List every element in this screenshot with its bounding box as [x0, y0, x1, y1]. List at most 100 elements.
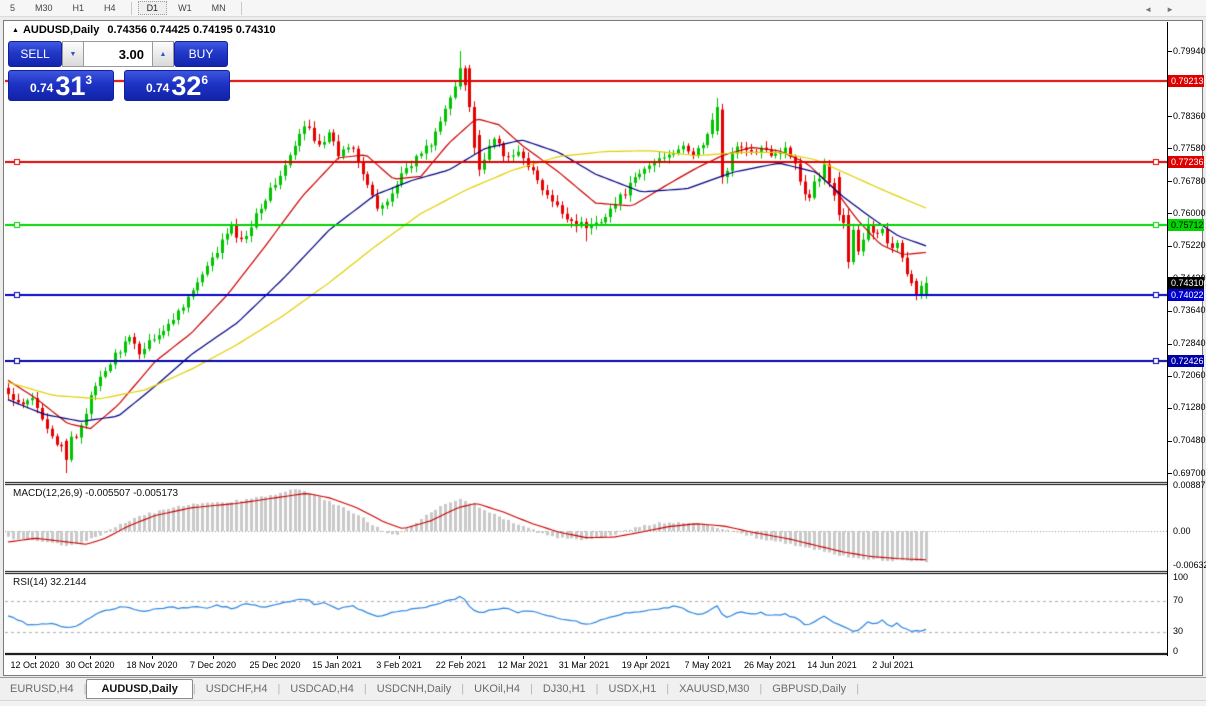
- date-axis: 12 Oct 2020 30 Oct 2020 18 Nov 2020 7 Dec 2…: [5, 656, 1167, 675]
- sell-button[interactable]: SELL: [8, 41, 62, 67]
- mt4-terminal: 5M30H1H4 D1W1MN ▲ AUDUSD,Daily 0.74356 0.74…: [0, 0, 1206, 706]
- timeframe-button-w1[interactable]: W1: [169, 1, 201, 15]
- tab-usdcnh-daily[interactable]: USDCNH,Daily: [367, 680, 462, 698]
- timeframe-button-d1[interactable]: D1: [138, 1, 168, 15]
- tab-usdx-h1[interactable]: USDX,H1: [599, 680, 667, 698]
- date-tick-mark: [90, 656, 91, 659]
- date-tick-mark: [399, 656, 400, 659]
- tab-audusd-daily[interactable]: AUDUSD,Daily: [86, 679, 192, 699]
- timeframe-button-h4[interactable]: H4: [95, 1, 125, 15]
- sell-price-prefix: 0.74: [30, 81, 53, 95]
- price-tick-label: 0.75220: [1173, 240, 1206, 251]
- price-tick-label: 0.73640: [1173, 305, 1206, 316]
- rsi-axis-label: 100: [1173, 572, 1206, 583]
- price-tick-mark: [1168, 473, 1172, 474]
- one-click-trading-panel: SELL ▼ ▲ BUY 0.74 31 3 0.74 32 6: [8, 41, 230, 101]
- tab-usdcad-h4[interactable]: USDCAD,H4: [280, 680, 364, 698]
- price-tick-mark: [1168, 213, 1172, 214]
- price-tick-mark: [1168, 441, 1172, 442]
- price-tick-label: 0.70480: [1173, 435, 1206, 446]
- toolbar-separator: [131, 2, 132, 15]
- date-tick-label: 18 Nov 2020: [126, 660, 177, 670]
- date-tick-mark: [893, 656, 894, 659]
- tab-gbpusd-daily[interactable]: GBPUSD,Daily: [762, 680, 856, 698]
- price-tick-mark: [1168, 311, 1172, 312]
- price-tick-label: 0.77580: [1173, 143, 1206, 154]
- date-tick-mark: [770, 656, 771, 659]
- tab-eurusd-h4[interactable]: EURUSD,H4: [0, 680, 84, 698]
- tab-dj30-h1[interactable]: DJ30,H1: [533, 680, 596, 698]
- date-tick-mark: [35, 656, 36, 659]
- date-tick-mark: [213, 656, 214, 659]
- date-tick-label: 3 Feb 2021: [376, 660, 422, 670]
- date-tick-label: 22 Feb 2021: [436, 660, 487, 670]
- date-tick-label: 25 Dec 2020: [249, 660, 300, 670]
- date-tick-label: 7 May 2021: [684, 660, 731, 670]
- buy-button[interactable]: BUY: [174, 41, 228, 67]
- date-tick-label: 19 Apr 2021: [622, 660, 671, 670]
- tab-separator: |: [856, 683, 859, 695]
- date-tick-label: 12 Oct 2020: [10, 660, 59, 670]
- timeframe-button-mn[interactable]: MN: [203, 1, 235, 15]
- date-tick-mark: [337, 656, 338, 659]
- collapse-panel-icon[interactable]: ▲: [12, 27, 19, 34]
- sell-price-button[interactable]: 0.74 31 3: [8, 70, 114, 101]
- macd-label: MACD(12,26,9) -0.005507 -0.005173: [13, 488, 178, 499]
- buy-price-button[interactable]: 0.74 32 6: [124, 70, 230, 101]
- price-tick-mark: [1168, 181, 1172, 182]
- price-badge: 0.77236: [1168, 156, 1204, 168]
- rsi-axis-label: 70: [1173, 595, 1206, 606]
- price-tick-mark: [1168, 246, 1172, 247]
- price-tick-label: 0.76780: [1173, 176, 1206, 187]
- date-tick-label: 12 Mar 2021: [498, 660, 549, 670]
- date-tick-label: 2 Jul 2021: [872, 660, 914, 670]
- timeframe-button-h1[interactable]: H1: [64, 1, 94, 15]
- chart-tab-bar: EURUSD,H4|AUDUSD,Daily|USDCHF,H4|USDCAD,…: [0, 677, 1206, 700]
- date-tick-label: 31 Mar 2021: [559, 660, 610, 670]
- price-tick-mark: [1168, 344, 1172, 345]
- buy-price-prefix: 0.74: [146, 81, 169, 95]
- price-tick-label: 0.72060: [1173, 370, 1206, 381]
- chart-ohlc-values: 0.74356 0.74425 0.74195 0.74310: [107, 24, 275, 36]
- price-tick-label: 0.69700: [1173, 468, 1206, 479]
- timeframe-toolbar: 5M30H1H4 D1W1MN: [0, 0, 1206, 17]
- volume-input[interactable]: [84, 41, 152, 67]
- date-tick-label: 30 Oct 2020: [65, 660, 114, 670]
- toolbar-separator: [241, 2, 242, 15]
- macd-axis-label: -0.00632: [1173, 560, 1206, 571]
- chart-symbol-label: AUDUSD,Daily: [23, 24, 99, 36]
- sell-price-pip: 3: [85, 73, 92, 87]
- tab-ukoil-h4[interactable]: UKOil,H4: [464, 680, 530, 698]
- date-tick-label: 26 May 2021: [744, 660, 796, 670]
- price-tick-label: 0.71280: [1173, 402, 1206, 413]
- date-tick-label: 7 Dec 2020: [190, 660, 236, 670]
- rsi-label: RSI(14) 32.2144: [13, 577, 86, 588]
- timeframe-button-5[interactable]: 5: [1, 1, 24, 15]
- volume-decrease-button[interactable]: ▼: [62, 41, 84, 67]
- price-badge: 0.74022: [1168, 289, 1204, 301]
- date-tick-label: 14 Jun 2021: [807, 660, 857, 670]
- tab-xauusd-m30[interactable]: XAUUSD,M30: [669, 680, 759, 698]
- price-tick-label: 0.78360: [1173, 111, 1206, 122]
- rsi-axis-label: 30: [1173, 626, 1206, 637]
- date-tick-mark: [832, 656, 833, 659]
- price-tick-mark: [1168, 116, 1172, 117]
- date-tick-mark: [152, 656, 153, 659]
- tab-scroll-arrows[interactable]: ◄►: [1144, 5, 1188, 14]
- buy-price-big: 32: [171, 73, 201, 99]
- tab-usdchf-h4[interactable]: USDCHF,H4: [196, 680, 278, 698]
- price-tick-mark: [1168, 148, 1172, 149]
- chart-window: ▲ AUDUSD,Daily 0.74356 0.74425 0.74195 0.7…: [3, 20, 1203, 676]
- timeframe-button-m30[interactable]: M30: [26, 1, 62, 15]
- date-tick-mark: [275, 656, 276, 659]
- date-tick-label: 15 Jan 2021: [312, 660, 362, 670]
- chart-canvas[interactable]: [5, 22, 1167, 656]
- price-tick-label: 0.79940: [1173, 46, 1206, 57]
- macd-axis-label: 0.008871: [1173, 480, 1206, 491]
- status-strip: [0, 700, 1206, 706]
- sell-price-big: 31: [55, 73, 85, 99]
- volume-increase-button[interactable]: ▲: [152, 41, 174, 67]
- buy-price-pip: 6: [201, 73, 208, 87]
- price-axis-line: [1167, 22, 1168, 656]
- date-tick-mark: [523, 656, 524, 659]
